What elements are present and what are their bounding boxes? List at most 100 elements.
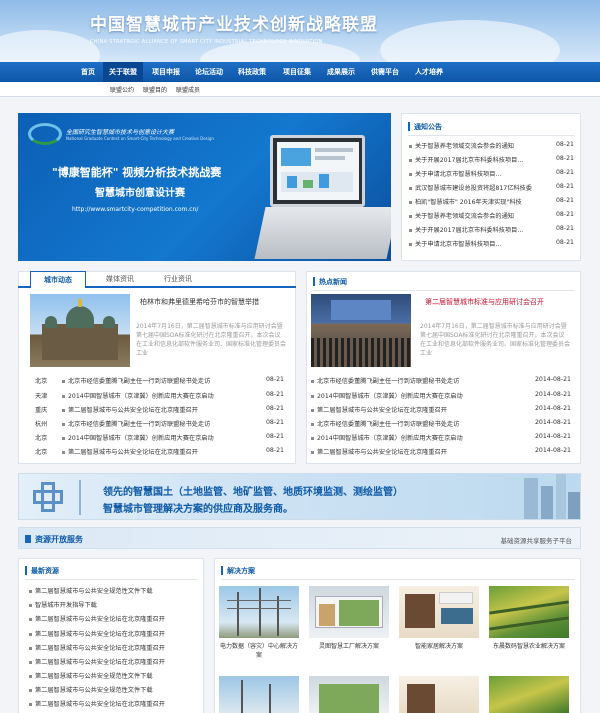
city-news-item[interactable]: 北京市经信委董腾飞副主任一行到访联盟秘书处走访: [62, 376, 257, 385]
resource-service-bar: 资源开放服务 基础资源共享服务子平台: [18, 527, 581, 549]
hero-banner[interactable]: 全国研究生智慧城市技术与创意设计大赛 National Graduate Con…: [18, 113, 391, 261]
hot-news-item-text: 2014中国智慧城市（京津冀）创新应用大赛在京启动: [317, 435, 463, 442]
banner-org-line: 全国研究生智慧城市技术与创意设计大赛: [66, 129, 175, 136]
hot-news-item[interactable]: 2014中国智慧城市（京津冀）创新应用大赛在京启动: [311, 391, 511, 400]
solution-image[interactable]: [399, 676, 479, 713]
hot-news-item-date: 2014-08-21: [535, 419, 571, 426]
nav-item-policy[interactable]: 科技政策: [232, 62, 272, 82]
city-news-item[interactable]: 第二届智慧城市与公共安全论坛在北京隆重召开: [62, 447, 257, 456]
nav-item-about[interactable]: 关于联盟: [103, 62, 143, 82]
contest-logo-icon: [28, 123, 62, 145]
city-news-item-date: 08-21: [266, 447, 284, 454]
city-news-item[interactable]: 2014中国智慧城市（京津冀）创新应用大赛在京启动: [62, 391, 257, 400]
promo-banner[interactable]: 领先的智慧国土（土地监管、地矿监管、地质环境监测、测绘监管） 智慧城市管理解决方…: [18, 473, 581, 520]
bullet-icon: [29, 632, 32, 636]
city-news-feature-title[interactable]: 柏林市和弗里德里希哈芬市的智慧举措: [140, 297, 259, 307]
notice-item[interactable]: 武汉智慧城市建设总投资将超817亿科技委: [409, 183, 547, 192]
city-news-item-text: 北京市经信委董腾飞副主任一行到访联盟秘书处走访: [68, 378, 211, 385]
notice-item[interactable]: 关于开展2017届北京市科委科技项目...: [409, 225, 547, 234]
conference-image[interactable]: [311, 294, 411, 367]
bullet-icon: [409, 242, 412, 246]
hot-news-feature-title[interactable]: 第二届智慧城市标准与应用研讨会召开: [425, 297, 544, 307]
solution-image-smart-home[interactable]: [399, 586, 479, 638]
bullet-icon: [409, 158, 412, 162]
resource-item[interactable]: 第二届智慧城市与公共安全论坛在北京隆重召开: [29, 643, 199, 652]
divider: [79, 480, 81, 515]
solution-caption[interactable]: 东晨数码智慧农业解决方案: [489, 642, 569, 651]
nav-item-achievements[interactable]: 成果展示: [321, 62, 361, 82]
resource-item[interactable]: 第二届智慧城市与公共安全论坛在北京隆重召开: [29, 657, 199, 666]
solution-image-agriculture[interactable]: [489, 586, 569, 638]
nav-item-project-apply[interactable]: 项目申报: [146, 62, 186, 82]
subnav-item-charter[interactable]: 联盟公约: [110, 85, 134, 94]
promo-line-2: 智慧城市管理解决方案的供应商及服务商。: [103, 504, 293, 515]
bullet-icon: [29, 674, 32, 678]
tab-industry-news[interactable]: 行业资讯: [150, 271, 206, 288]
nav-item-home[interactable]: 首页: [74, 62, 102, 82]
solution-image-factory[interactable]: [309, 586, 389, 638]
notice-item[interactable]: 关于智慧养老领域交流会参会的通知: [409, 211, 547, 220]
resource-item[interactable]: 智慧城市开发指导下载: [29, 600, 199, 609]
hot-news-item[interactable]: 第二届智慧城市与公共安全论坛在北京隆重召开: [311, 405, 511, 414]
resource-item[interactable]: 第二届智慧城市与公共安全规范性文件下载: [29, 671, 199, 680]
hot-news-item-date: 2014-08-21: [535, 376, 571, 383]
bullet-icon: [29, 589, 32, 593]
notice-item-date: 08-21: [556, 141, 574, 148]
resource-item[interactable]: 第二届智慧城市与公共安全论坛在北京隆重召开: [29, 614, 199, 623]
nav-item-project-collect[interactable]: 项目征集: [277, 62, 317, 82]
solution-caption[interactable]: 智能家居解决方案: [399, 642, 479, 651]
bullet-icon: [311, 436, 314, 440]
solution-image[interactable]: [489, 676, 569, 713]
tab-media-news[interactable]: 媒体资讯: [92, 271, 148, 288]
notice-item-date: 08-21: [556, 169, 574, 176]
solution-image[interactable]: [309, 676, 389, 713]
hot-news-item[interactable]: 2014中国智慧城市（京津冀）创新应用大赛在京启动: [311, 433, 511, 442]
notice-item[interactable]: 关于开展2017届北京市科委科技项目...: [409, 155, 547, 164]
subnav-item-members[interactable]: 联盟成员: [176, 85, 200, 94]
solution-caption[interactable]: 灵图智慧工厂解决方案: [309, 642, 389, 651]
hot-news-item-text: 第二届智慧城市与公共安全论坛在北京隆重召开: [317, 407, 447, 414]
notice-item[interactable]: 关于申请北京市智慧科技项目...: [409, 239, 547, 248]
nav-item-supply-demand[interactable]: 供需平台: [365, 62, 405, 82]
banner-headline: "博康智能杯" 视频分析技术挑战赛: [52, 166, 222, 179]
site-subtitle: CHINA STRATRGIC ALLIANCE OF SMART CITY I…: [90, 39, 323, 45]
resource-item[interactable]: 第二届智慧城市与公共安全规范性文件下载: [29, 685, 199, 694]
berlin-cathedral-image[interactable]: [30, 294, 130, 367]
subnav-item-purpose[interactable]: 联盟目的: [143, 85, 167, 94]
notice-item[interactable]: 关于申请北京市智慧科技项目...: [409, 169, 547, 178]
notice-item-text: 关于申请北京市智慧科技项目...: [415, 241, 502, 248]
tab-city-dynamics[interactable]: 城市动态: [30, 271, 86, 288]
cloud-decoration: [380, 20, 560, 62]
nav-item-talent[interactable]: 人才培养: [409, 62, 449, 82]
notice-item[interactable]: 关于智慧养老领域交流会参会的通知: [409, 141, 547, 150]
resource-item-text: 第二届智慧城市与公共安全论坛在北京隆重召开: [35, 631, 165, 638]
nav-item-forum[interactable]: 论坛活动: [189, 62, 229, 82]
city-news-item[interactable]: 2014中国智慧城市（京津冀）创新应用大赛在京启动: [62, 433, 257, 442]
solution-caption[interactable]: 电力数据（容灾）中心解决方案: [219, 642, 299, 660]
hot-news-item[interactable]: 北京市经信委董腾飞副主任一行到访联盟秘书处走访: [311, 419, 511, 428]
city-news-item[interactable]: 北京市经信委董腾飞副主任一行到访联盟秘书处走访: [62, 419, 257, 428]
resource-item-text: 第二届智慧城市与公共安全论坛在北京隆重召开: [35, 701, 165, 708]
notice-item[interactable]: 柏凯"智慧城市" 2016年天津实现"科技: [409, 197, 547, 206]
banner-url: http://www.smartcity-competition.com.cn/: [72, 206, 199, 213]
building-graphic: [524, 478, 538, 519]
hot-news-item-text: 北京市经信委董腾飞副主任一行到访联盟秘书处走访: [317, 378, 460, 385]
hot-news-item-text: 2014中国智慧城市（京津冀）创新应用大赛在京启动: [317, 393, 463, 400]
hot-news-item[interactable]: 北京市经信委董腾飞副主任一行到访联盟秘书处走访: [311, 376, 511, 385]
hot-news-title: 热点新闻: [319, 278, 347, 286]
notice-item-text: 关于申请北京市智慧科技项目...: [415, 171, 502, 178]
resource-bar-right[interactable]: 基础资源共享服务子平台: [501, 535, 573, 545]
city-news-tabs: 城市动态 媒体资讯 行业资讯: [18, 271, 296, 288]
bullet-icon: [62, 394, 65, 398]
city-news-item[interactable]: 第二届智慧城市与公共安全论坛在北京隆重召开: [62, 405, 257, 414]
resource-item-text: 第二届智慧城市与公共安全规范性文件下载: [35, 673, 153, 680]
solution-image[interactable]: [219, 676, 299, 713]
resource-item[interactable]: 第二届智慧城市与公共安全规范性文件下载: [29, 586, 199, 595]
hot-news-item[interactable]: 第二届智慧城市与公共安全论坛在北京隆重召开: [311, 447, 511, 456]
bullet-icon: [62, 379, 65, 383]
city-label: 天津: [35, 393, 48, 400]
bullet-icon: [29, 617, 32, 621]
resource-item[interactable]: 第二届智慧城市与公共安全论坛在北京隆重召开: [29, 699, 199, 708]
resource-item[interactable]: 第二届智慧城市与公共安全论坛在北京隆重召开: [29, 629, 199, 638]
solution-image-power[interactable]: [219, 586, 299, 638]
